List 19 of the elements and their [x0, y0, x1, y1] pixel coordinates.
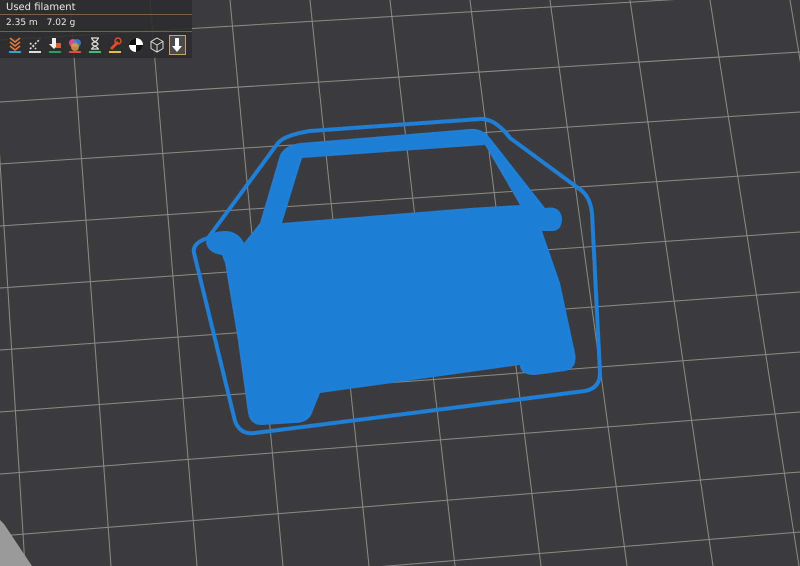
filament-length: 2.35 m — [6, 17, 38, 29]
filament-weight: 7.02 g — [46, 17, 76, 29]
hourglass-icon — [88, 37, 102, 53]
toolbar-button[interactable] — [46, 35, 64, 55]
panel-title: Used filament — [5, 1, 77, 14]
build-plate-corner-drawing — [0, 520, 32, 566]
contrast-circle-icon — [128, 37, 144, 53]
chevrons-icon — [8, 37, 22, 53]
toolbar-button[interactable] — [86, 35, 104, 55]
color-wheel-icon — [68, 37, 82, 53]
toolbar-button[interactable] — [106, 35, 124, 55]
arrow-down-icon — [171, 37, 184, 53]
toolbar-button[interactable] — [168, 35, 186, 55]
arrow-down-icon — [48, 37, 62, 53]
toolbar-button[interactable] — [126, 35, 145, 55]
wrench-icon — [108, 37, 122, 53]
cube-icon — [148, 37, 165, 53]
dotted-path-icon — [28, 37, 42, 53]
toolbar-button[interactable] — [148, 35, 166, 55]
